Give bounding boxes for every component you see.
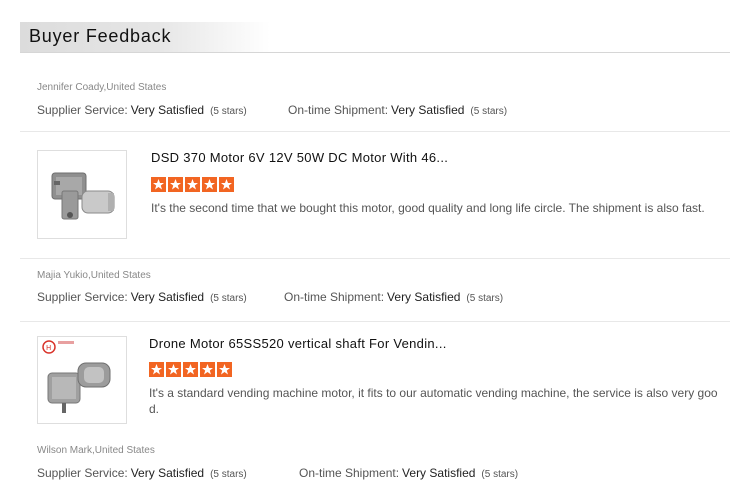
star-icon [166, 362, 181, 377]
star-icon [217, 362, 232, 377]
shipment-rating: On-time Shipment: Very Satisfied (5 stars) [288, 103, 507, 117]
review-ratings: Supplier Service: Very Satisfied (5 stars)… [37, 290, 503, 304]
review-ratings: Supplier Service: Very Satisfied (5 stars)… [37, 103, 507, 117]
product-image[interactable]: H [37, 336, 127, 424]
rating-stars [149, 362, 234, 378]
star-icon [185, 177, 200, 192]
section-header: Buyer Feedback [20, 22, 730, 53]
shipment-rating: On-time Shipment: Very Satisfied (5 stars) [284, 290, 503, 304]
supplier-service-label: Supplier Service: [37, 103, 128, 117]
star-icon [183, 362, 198, 377]
review-meta: Majia Yukio,United States Supplier Servi… [20, 259, 730, 322]
star-icon [149, 362, 164, 377]
shipment-stars: (5 stars) [470, 106, 508, 117]
svg-text:H: H [46, 344, 51, 352]
supplier-service-value: Very Satisfied [130, 103, 205, 117]
product-image[interactable] [37, 150, 127, 239]
supplier-service-stars: (5 stars) [210, 469, 247, 480]
shipment-label: On-time Shipment: [284, 290, 385, 304]
reviewer-name: Jennifer Coady,United States [37, 82, 167, 93]
product-feedback-2: H Drone Motor 65SS520 vertical shaft For… [20, 322, 730, 434]
review-meta: Jennifer Coady,United States Supplier Se… [20, 52, 730, 132]
supplier-service-label: Supplier Service: [37, 466, 128, 480]
shipment-rating: On-time Shipment: Very Satisfied (5 stars) [299, 466, 518, 480]
review-comment: It's the second time that we bought this… [151, 201, 705, 215]
shipment-label: On-time Shipment: [299, 466, 400, 480]
supplier-service-label: Supplier Service: [37, 290, 128, 304]
review-comment: It's a standard vending machine motor, i… [149, 386, 718, 416]
shipment-stars: (5 stars) [481, 469, 519, 480]
reviewer-name: Wilson Mark,United States [37, 445, 155, 456]
star-icon [219, 177, 234, 192]
rating-stars [151, 177, 236, 193]
star-icon [202, 177, 217, 192]
shipment-value: Very Satisfied [387, 290, 461, 304]
page-title: Buyer Feedback [29, 26, 172, 46]
shipment-stars: (5 stars) [466, 293, 504, 304]
supplier-service-value: Very Satisfied [130, 466, 205, 480]
review-ratings: Supplier Service: Very Satisfied (5 stars)… [37, 466, 518, 480]
product-title-link[interactable]: DSD 370 Motor 6V 12V 50W DC Motor With 4… [151, 150, 448, 165]
reviewer-name: Majia Yukio,United States [37, 270, 151, 281]
shipment-value: Very Satisfied [402, 466, 476, 480]
supplier-service-value: Very Satisfied [130, 290, 205, 304]
star-icon [151, 177, 166, 192]
product-feedback-1: DSD 370 Motor 6V 12V 50W DC Motor With 4… [20, 132, 730, 259]
star-icon [200, 362, 215, 377]
shipment-label: On-time Shipment: [288, 103, 389, 117]
review-2: Majia Yukio,United States Supplier Servi… [20, 259, 730, 322]
supplier-service-stars: (5 stars) [210, 293, 247, 304]
product-title-link[interactable]: Drone Motor 65SS520 vertical shaft For V… [149, 336, 447, 351]
shipment-value: Very Satisfied [391, 103, 465, 117]
supplier-service-stars: (5 stars) [210, 106, 247, 117]
star-icon [168, 177, 183, 192]
